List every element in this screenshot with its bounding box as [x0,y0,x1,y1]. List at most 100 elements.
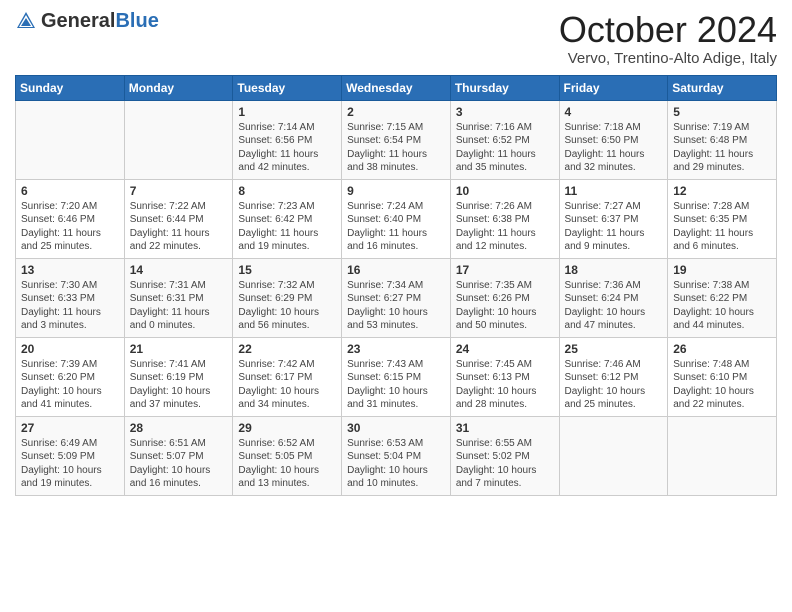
day-number: 12 [673,184,771,198]
day-info: Sunrise: 7:32 AMSunset: 6:29 PMDaylight:… [238,279,336,333]
day-number: 20 [21,342,119,356]
day-info: Sunrise: 7:45 AMSunset: 6:13 PMDaylight:… [456,358,554,412]
day-number: 9 [347,184,445,198]
day-info: Sunrise: 7:34 AMSunset: 6:27 PMDaylight:… [347,279,445,333]
calendar-cell: 24 Sunrise: 7:45 AMSunset: 6:13 PMDayligh… [450,337,559,416]
calendar-cell: 8 Sunrise: 7:23 AMSunset: 6:42 PMDaylight… [233,179,342,258]
day-number: 22 [238,342,336,356]
calendar-cell [124,100,233,179]
day-number: 21 [130,342,228,356]
week-row-5: 27 Sunrise: 6:49 AMSunset: 5:09 PMDayligh… [16,416,777,495]
day-number: 24 [456,342,554,356]
day-number: 7 [130,184,228,198]
day-info: Sunrise: 7:38 AMSunset: 6:22 PMDaylight:… [673,279,771,333]
day-info: Sunrise: 7:20 AMSunset: 6:46 PMDaylight:… [21,200,119,254]
day-info: Sunrise: 7:14 AMSunset: 6:56 PMDaylight:… [238,121,336,175]
day-number: 15 [238,263,336,277]
day-number: 18 [565,263,663,277]
day-info: Sunrise: 7:46 AMSunset: 6:12 PMDaylight:… [565,358,663,412]
day-number: 1 [238,105,336,119]
calendar-cell: 28Sunrise: 6:51 AMSunset: 5:07 PMDayligh… [124,416,233,495]
calendar-cell: 18Sunrise: 7:36 AMSunset: 6:24 PMDayligh… [559,258,668,337]
week-row-2: 6 Sunrise: 7:20 AMSunset: 6:46 PMDaylight… [16,179,777,258]
day-number: 19 [673,263,771,277]
day-number: 5 [673,105,771,119]
week-row-4: 20 Sunrise: 7:39 AMSunset: 6:20 PMDayligh… [16,337,777,416]
calendar-cell: 20 Sunrise: 7:39 AMSunset: 6:20 PMDayligh… [16,337,125,416]
day-info: Sunrise: 6:55 AMSunset: 5:02 PMDaylight:… [456,437,554,491]
calendar-cell: 15 Sunrise: 7:32 AMSunset: 6:29 PMDayligh… [233,258,342,337]
logo-general: General [41,10,115,32]
calendar-cell: 16Sunrise: 7:34 AMSunset: 6:27 PMDayligh… [342,258,451,337]
calendar-cell: 29 Sunrise: 6:52 AMSunset: 5:05 PMDayligh… [233,416,342,495]
day-number: 4 [565,105,663,119]
day-number: 27 [21,421,119,435]
day-info: Sunrise: 7:41 AMSunset: 6:19 PMDaylight:… [130,358,228,412]
logo-blue: Blue [115,10,158,32]
day-info: Sunrise: 7:39 AMSunset: 6:20 PMDaylight:… [21,358,119,412]
calendar-cell: 1 Sunrise: 7:14 AMSunset: 6:56 PMDaylight… [233,100,342,179]
day-info: Sunrise: 7:35 AMSunset: 6:26 PMDaylight:… [456,279,554,333]
day-info: Sunrise: 7:43 AMSunset: 6:15 PMDaylight:… [347,358,445,412]
day-number: 23 [347,342,445,356]
location-subtitle: Vervo, Trentino-Alto Adige, Italy [559,50,777,67]
day-info: Sunrise: 7:15 AMSunset: 6:54 PMDaylight:… [347,121,445,175]
calendar-cell: 21 Sunrise: 7:41 AMSunset: 6:19 PMDayligh… [124,337,233,416]
calendar-cell: 6 Sunrise: 7:20 AMSunset: 6:46 PMDaylight… [16,179,125,258]
day-number: 30 [347,421,445,435]
col-sunday: Sunday [16,75,125,100]
day-number: 26 [673,342,771,356]
calendar-cell: 13 Sunrise: 7:30 AMSunset: 6:33 PMDayligh… [16,258,125,337]
day-info: Sunrise: 7:16 AMSunset: 6:52 PMDaylight:… [456,121,554,175]
calendar-cell: 26Sunrise: 7:48 AMSunset: 6:10 PMDayligh… [668,337,777,416]
calendar-cell: 7 Sunrise: 7:22 AMSunset: 6:44 PMDaylight… [124,179,233,258]
calendar-cell: 31Sunrise: 6:55 AMSunset: 5:02 PMDayligh… [450,416,559,495]
calendar-cell: 22 Sunrise: 7:42 AMSunset: 6:17 PMDayligh… [233,337,342,416]
day-number: 8 [238,184,336,198]
day-info: Sunrise: 7:23 AMSunset: 6:42 PMDaylight:… [238,200,336,254]
calendar-cell: 23 Sunrise: 7:43 AMSunset: 6:15 PMDayligh… [342,337,451,416]
day-info: Sunrise: 7:30 AMSunset: 6:33 PMDaylight:… [21,279,119,333]
day-number: 6 [21,184,119,198]
calendar-cell: 25 Sunrise: 7:46 AMSunset: 6:12 PMDayligh… [559,337,668,416]
day-info: Sunrise: 7:31 AMSunset: 6:31 PMDaylight:… [130,279,228,333]
day-info: Sunrise: 6:53 AMSunset: 5:04 PMDaylight:… [347,437,445,491]
day-info: Sunrise: 7:22 AMSunset: 6:44 PMDaylight:… [130,200,228,254]
calendar-cell: 4 Sunrise: 7:18 AMSunset: 6:50 PMDaylight… [559,100,668,179]
day-info: Sunrise: 7:28 AMSunset: 6:35 PMDaylight:… [673,200,771,254]
day-info: Sunrise: 7:24 AMSunset: 6:40 PMDaylight:… [347,200,445,254]
logo-icon [15,10,37,32]
calendar-cell: 17 Sunrise: 7:35 AMSunset: 6:26 PMDayligh… [450,258,559,337]
calendar-cell: 30 Sunrise: 6:53 AMSunset: 5:04 PMDayligh… [342,416,451,495]
day-info: Sunrise: 7:18 AMSunset: 6:50 PMDaylight:… [565,121,663,175]
day-number: 17 [456,263,554,277]
calendar-cell: 11 Sunrise: 7:27 AMSunset: 6:37 PMDayligh… [559,179,668,258]
day-number: 25 [565,342,663,356]
day-number: 11 [565,184,663,198]
calendar-cell [16,100,125,179]
day-number: 29 [238,421,336,435]
day-info: Sunrise: 7:19 AMSunset: 6:48 PMDaylight:… [673,121,771,175]
calendar-cell: 9 Sunrise: 7:24 AMSunset: 6:40 PMDaylight… [342,179,451,258]
logo: GeneralBlue [15,10,159,32]
day-number: 2 [347,105,445,119]
day-info: Sunrise: 6:49 AMSunset: 5:09 PMDaylight:… [21,437,119,491]
page-header: GeneralBlue October 2024 Vervo, Trentino… [15,10,777,67]
calendar-cell: 10 Sunrise: 7:26 AMSunset: 6:38 PMDayligh… [450,179,559,258]
calendar-cell: 3Sunrise: 7:16 AMSunset: 6:52 PMDaylight… [450,100,559,179]
calendar-cell: 27 Sunrise: 6:49 AMSunset: 5:09 PMDayligh… [16,416,125,495]
col-friday: Friday [559,75,668,100]
col-saturday: Saturday [668,75,777,100]
calendar-cell: 12 Sunrise: 7:28 AMSunset: 6:35 PMDayligh… [668,179,777,258]
day-number: 14 [130,263,228,277]
month-title: October 2024 [559,10,777,50]
calendar-cell: 14 Sunrise: 7:31 AMSunset: 6:31 PMDayligh… [124,258,233,337]
logo-text: GeneralBlue [41,10,159,32]
day-number: 10 [456,184,554,198]
day-info: Sunrise: 7:26 AMSunset: 6:38 PMDaylight:… [456,200,554,254]
day-number: 13 [21,263,119,277]
col-wednesday: Wednesday [342,75,451,100]
day-info: Sunrise: 7:27 AMSunset: 6:37 PMDaylight:… [565,200,663,254]
day-info: Sunrise: 6:52 AMSunset: 5:05 PMDaylight:… [238,437,336,491]
day-info: Sunrise: 7:42 AMSunset: 6:17 PMDaylight:… [238,358,336,412]
